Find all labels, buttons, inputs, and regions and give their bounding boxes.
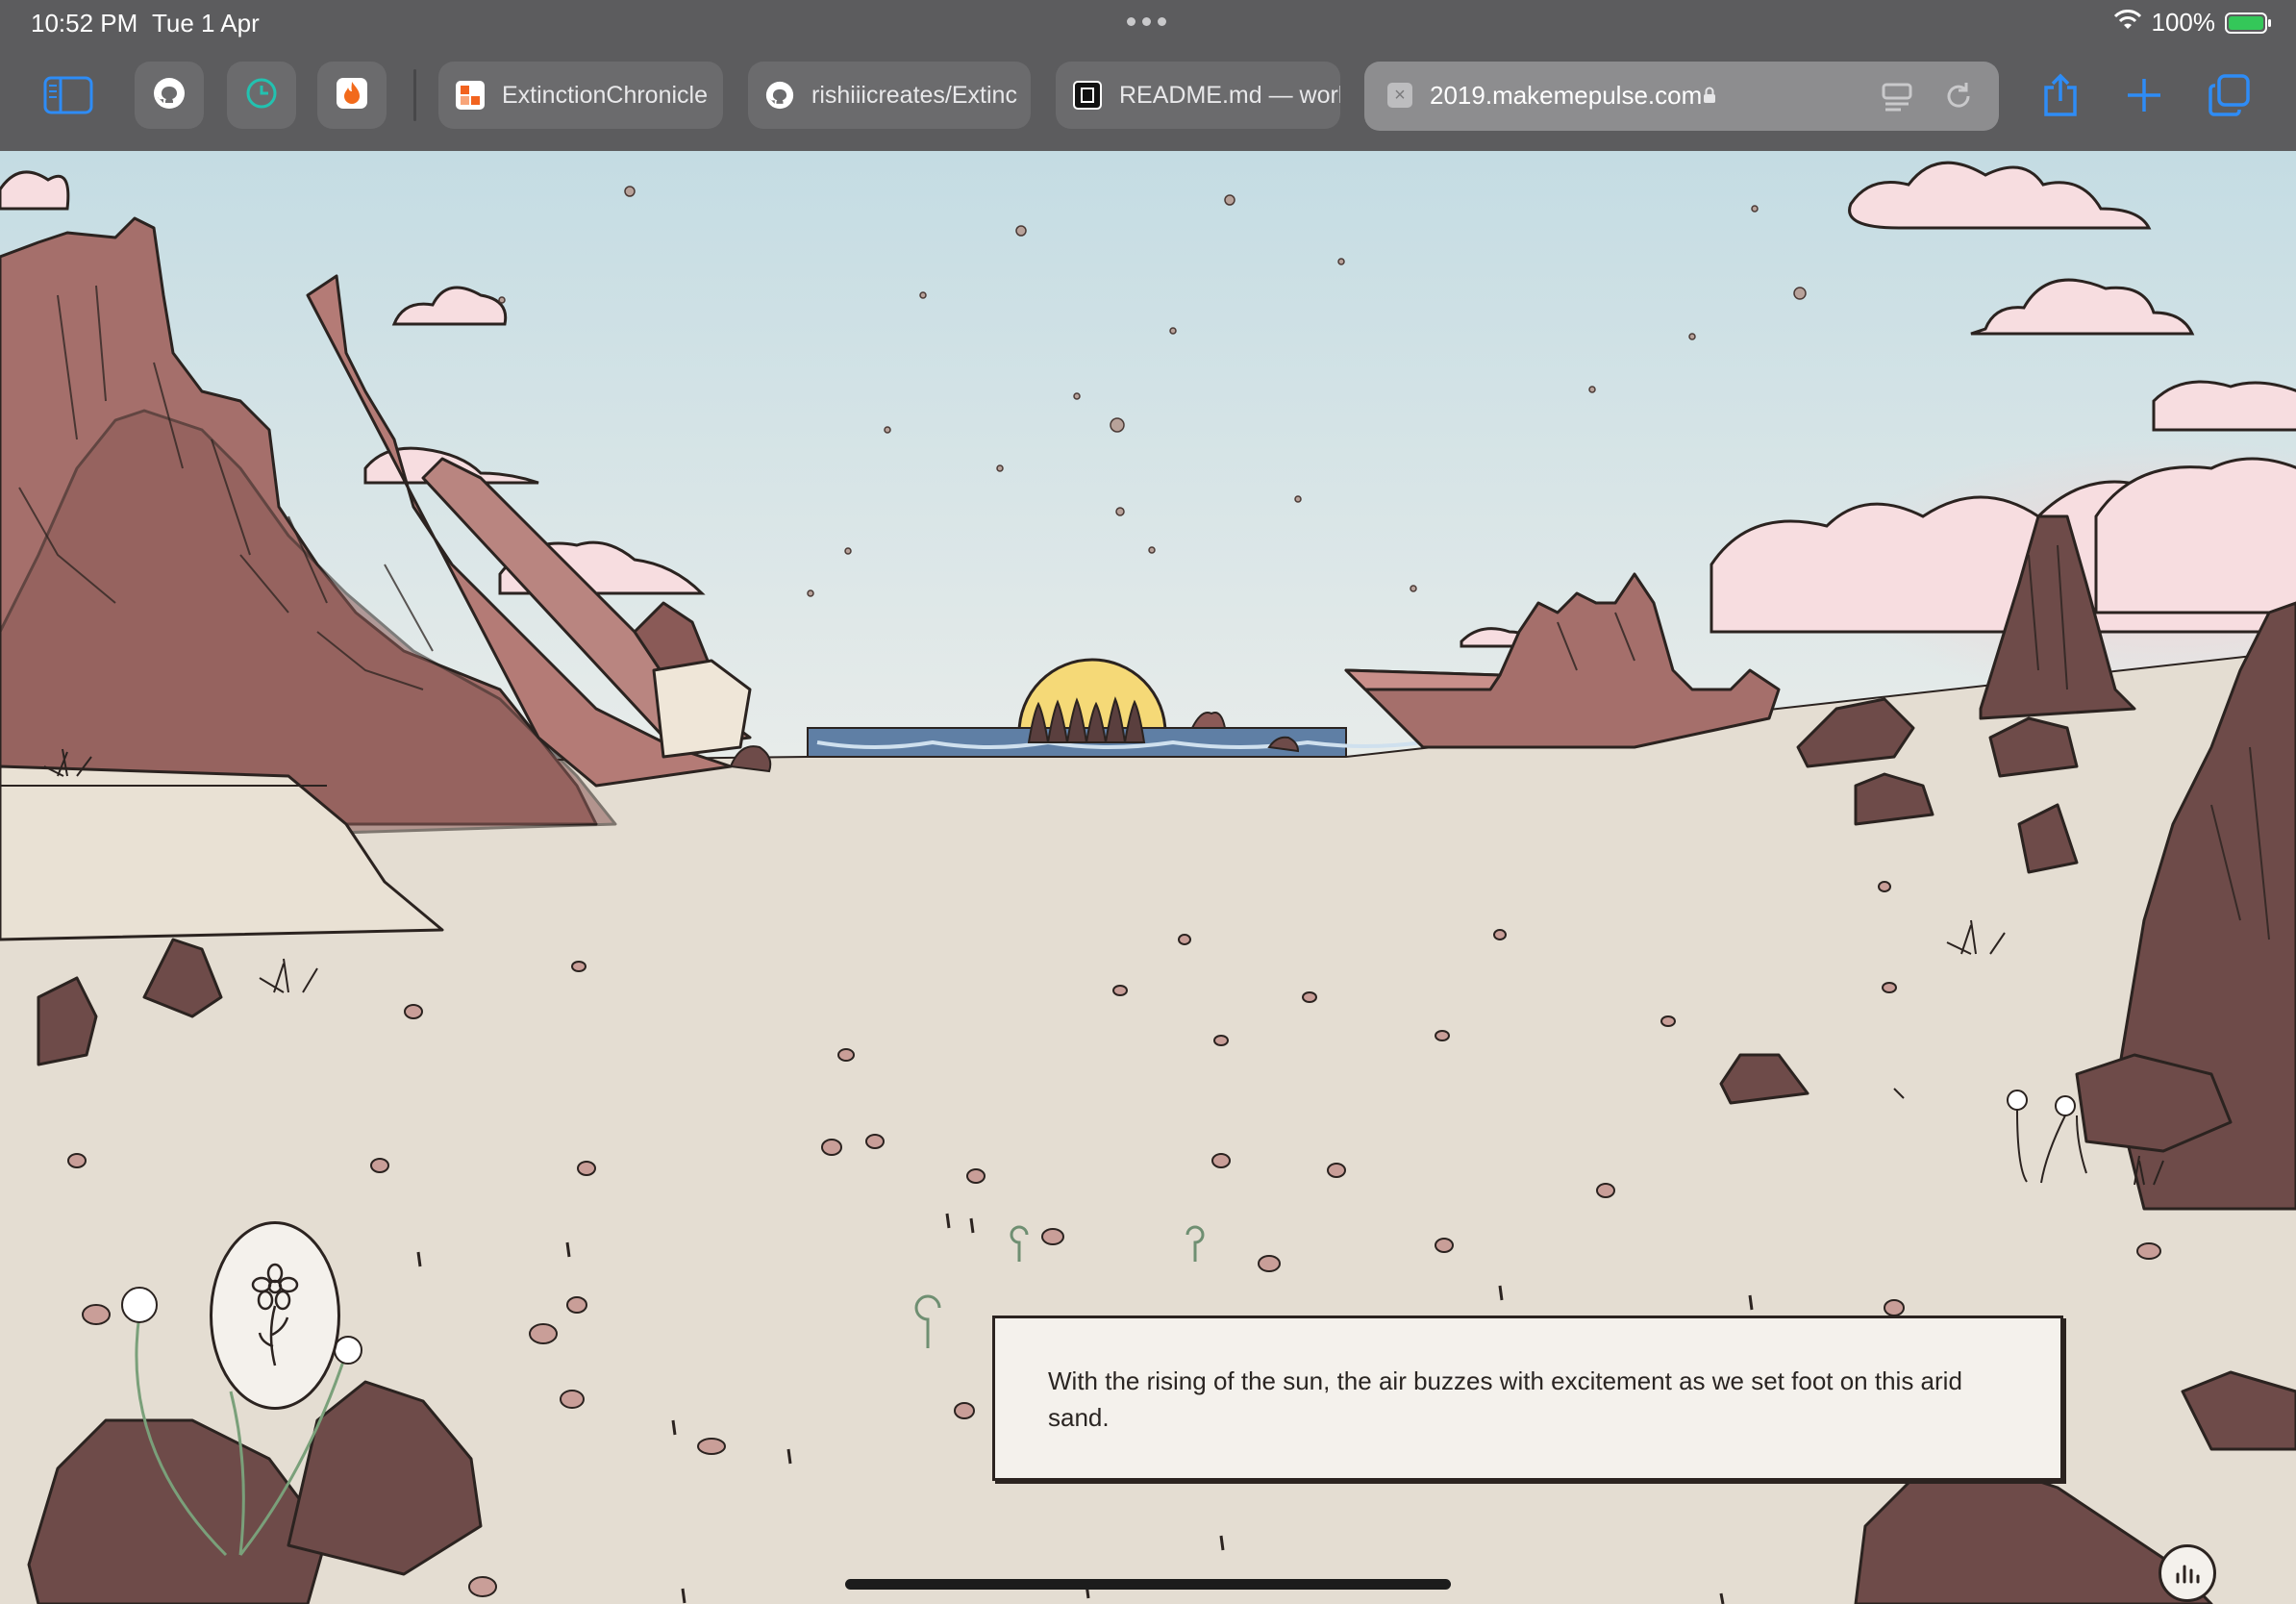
new-tab-icon[interactable] — [2110, 62, 2178, 129]
pinned-tab-github[interactable] — [135, 62, 204, 129]
tab-label: rishiiicreates/Extinc — [811, 81, 1017, 109]
game-scene[interactable]: With the rising of the sun, the air buzz… — [0, 151, 2296, 1604]
tab-extinction-chronicle[interactable]: ExtinctionChronicle — [438, 62, 723, 129]
github-icon — [765, 81, 794, 110]
lock-icon — [1703, 87, 1716, 109]
pinned-tab-clock[interactable] — [227, 62, 296, 129]
share-icon[interactable] — [2027, 62, 2094, 129]
narration-text: With the rising of the sun, the air buzz… — [1048, 1366, 1962, 1432]
url-text[interactable]: 2019.makemepulse.com — [1430, 81, 1702, 111]
home-indicator[interactable] — [845, 1579, 1451, 1590]
multitasking-dots-icon[interactable] — [1127, 17, 1166, 26]
toolbar-divider — [413, 69, 416, 121]
safari-toolbar: ExtinctionChronicle rishiiicreates/Extin… — [0, 56, 2296, 133]
narration-dialog: With the rising of the sun, the air buzz… — [992, 1316, 2063, 1481]
browser-chrome: 10:52 PM Tue 1 Apr 100% ExtinctionChroni… — [0, 0, 2296, 151]
status-date: Tue 1 Apr — [152, 9, 260, 38]
pinned-tab-flame[interactable] — [317, 62, 387, 129]
battery-percent: 100% — [2151, 8, 2216, 37]
flower-icon — [251, 1263, 299, 1366]
extinction-favicon — [456, 81, 485, 110]
clock-icon — [245, 77, 278, 114]
tabs-overview-icon[interactable] — [2196, 62, 2263, 129]
tab-label: README.md — worl — [1119, 81, 1340, 109]
status-right: 100% — [2113, 8, 2271, 38]
status-bar: 10:52 PM Tue 1 Apr 100% — [0, 0, 2296, 46]
audio-toggle-button[interactable] — [2159, 1544, 2216, 1602]
tab-github-repo[interactable]: rishiiicreates/Extinc — [748, 62, 1031, 129]
battery-icon — [2225, 12, 2271, 34]
tab-readme[interactable]: README.md — worl — [1056, 62, 1340, 129]
flower-collectible-badge[interactable] — [210, 1221, 340, 1410]
sound-bars-icon — [2176, 1565, 2200, 1584]
tab-label: ExtinctionChronicle — [502, 81, 708, 109]
flame-icon — [336, 77, 368, 114]
wifi-icon — [2113, 8, 2142, 38]
notion-favicon — [1073, 81, 1102, 110]
sidebar-icon[interactable] — [35, 62, 102, 129]
close-tab-icon[interactable]: × — [1387, 83, 1412, 108]
reader-mode-icon[interactable] — [1880, 79, 1914, 118]
github-icon — [153, 77, 186, 114]
status-time: 10:52 PM — [31, 9, 138, 38]
address-bar[interactable]: × 2019.makemepulse.com — [1364, 62, 1999, 131]
reload-icon[interactable] — [1941, 79, 1976, 118]
